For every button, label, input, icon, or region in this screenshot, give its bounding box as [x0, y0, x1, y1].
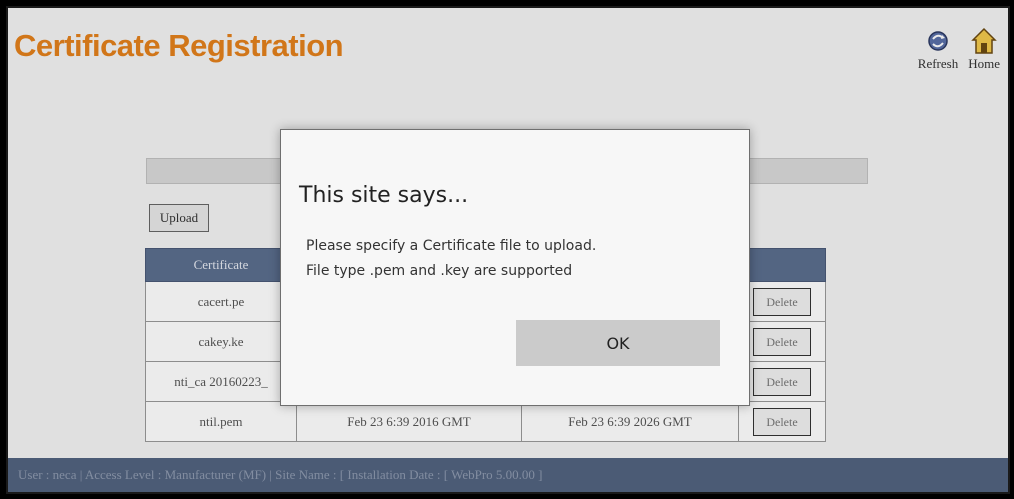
dialog-message: Please specify a Certificate file to upl… [306, 234, 596, 284]
alert-dialog: This site says... Please specify a Certi… [280, 129, 750, 406]
dialog-title: This site says... [299, 183, 469, 208]
browser-frame: Certificate Registration Refresh Home Up… [6, 6, 1010, 494]
ok-button[interactable]: OK [516, 320, 720, 366]
dialog-message-line: File type .pem and .key are supported [306, 263, 573, 279]
dialog-message-line: Please specify a Certificate file to upl… [306, 238, 597, 254]
